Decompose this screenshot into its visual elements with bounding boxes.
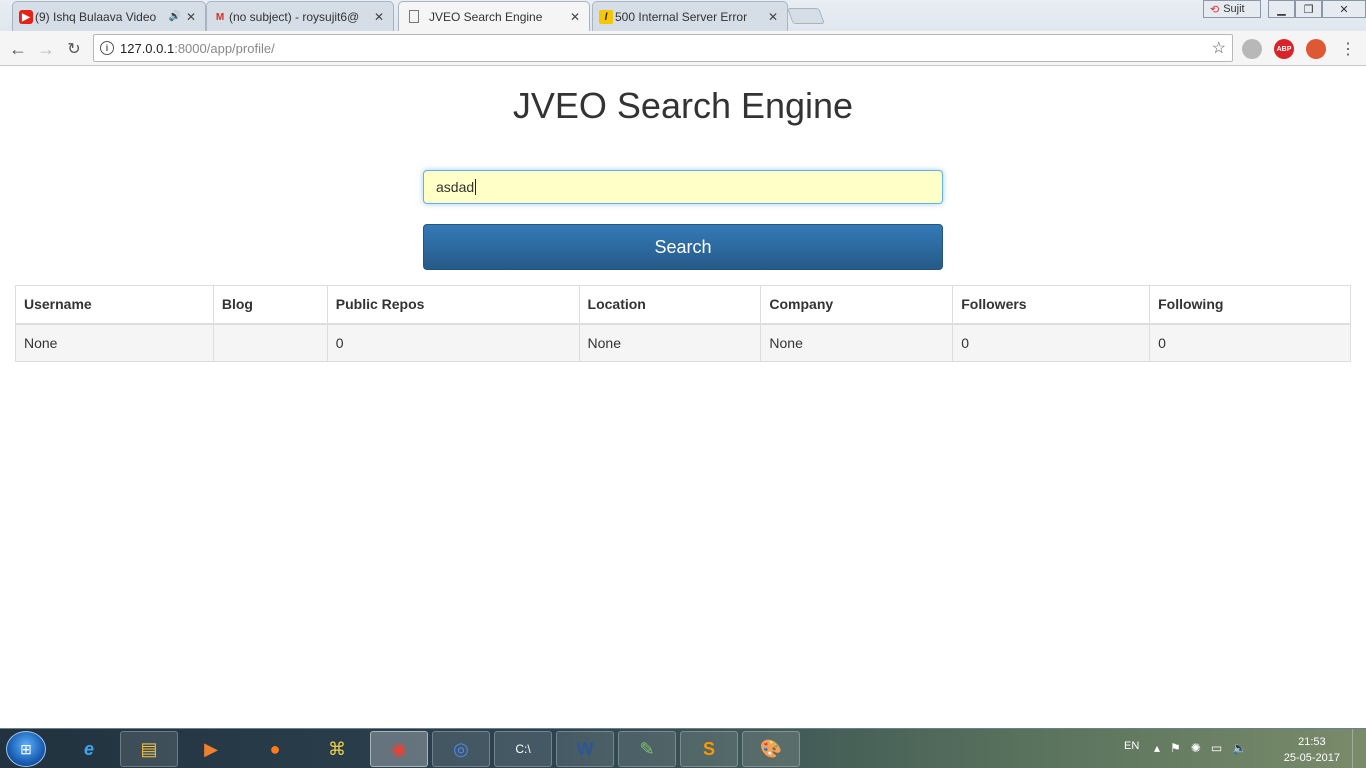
- back-button[interactable]: ←: [6, 37, 30, 61]
- bookmark-star-icon[interactable]: ☆: [1212, 38, 1226, 58]
- browser-toolbar: ← → ↻ i 127.0.0.1:8000/app/profile/ ☆ AB…: [0, 31, 1366, 66]
- show-desktop-button[interactable]: [1352, 729, 1366, 768]
- info-icon[interactable]: i: [100, 41, 114, 55]
- close-window-button[interactable]: ✕: [1322, 0, 1366, 18]
- menu-button[interactable]: ⋮: [1336, 37, 1360, 61]
- gmail-icon: M: [215, 11, 225, 23]
- paint-icon[interactable]: 🎨: [742, 731, 800, 767]
- close-icon[interactable]: ✕: [767, 10, 779, 24]
- header-followers: Followers: [952, 285, 1151, 325]
- header-public-repos: Public Repos: [326, 285, 580, 325]
- table-header-row: Username Blog Public Repos Location Comp…: [15, 285, 1351, 325]
- chrome-icon[interactable]: ◉: [370, 731, 428, 767]
- reload-button[interactable]: ↻: [62, 37, 86, 61]
- media-player-icon[interactable]: ▶: [182, 731, 240, 767]
- tray-icons: ▴ ⚑ ✺ ▭ 🔈: [1154, 741, 1247, 755]
- user-icon: ⟲: [1210, 3, 1220, 16]
- cmd-icon[interactable]: C:\: [494, 731, 552, 767]
- internet-explorer-icon[interactable]: e: [60, 731, 118, 767]
- minimize-button[interactable]: ▁: [1268, 0, 1295, 18]
- new-tab-button[interactable]: [787, 8, 825, 24]
- results-table: Username Blog Public Repos Location Comp…: [15, 285, 1351, 362]
- duckduckgo-icon[interactable]: [1306, 39, 1326, 59]
- page-content: JVEO Search Engine asdad Search Username…: [0, 66, 1366, 728]
- chevron-up-icon[interactable]: ▴: [1154, 741, 1160, 755]
- forward-button[interactable]: →: [34, 37, 58, 61]
- windows-logo-icon: ⊞: [20, 740, 32, 757]
- table-row: None 0 None None 0 0: [15, 323, 1351, 362]
- browser-tab-strip: ▶ (9) Ishq Bulaava Video 🔊 ✕ M (no subje…: [0, 0, 1366, 31]
- window-controls: ▁ ❐ ✕: [1268, 0, 1366, 18]
- header-username: Username: [15, 285, 214, 325]
- url-text: 127.0.0.1:8000/app/profile/: [120, 40, 275, 56]
- network-icon[interactable]: ▭: [1211, 741, 1222, 755]
- volume-icon[interactable]: 🔈: [1232, 741, 1247, 755]
- address-bar[interactable]: i 127.0.0.1:8000/app/profile/ ☆: [93, 34, 1233, 62]
- arrow-right-icon: →: [37, 38, 55, 59]
- header-company: Company: [760, 285, 954, 325]
- clock-time: 21:53: [1298, 736, 1326, 748]
- more-vert-icon: ⋮: [1340, 41, 1356, 58]
- page-title: JVEO Search Engine: [512, 85, 854, 126]
- file-explorer-icon[interactable]: ▤: [120, 731, 178, 767]
- close-icon[interactable]: ✕: [569, 10, 581, 24]
- arrow-left-icon: ←: [9, 38, 27, 59]
- search-button[interactable]: Search: [423, 224, 943, 270]
- language-indicator[interactable]: EN: [1124, 740, 1139, 752]
- close-icon[interactable]: ✕: [373, 10, 385, 24]
- cell-public-repos: 0: [326, 323, 580, 362]
- windows-taskbar: ⊞ e ▤ ▶ ● ⌘ ◉ ◎ C:\ W ✎ S 🎨 EN ▴ ⚑ ✺ ▭ 🔈…: [0, 728, 1366, 768]
- profile-button[interactable]: ⟲ Sujit: [1203, 0, 1261, 18]
- text-caret: [475, 179, 477, 195]
- user-name: Sujit: [1223, 3, 1245, 15]
- tab-title: (no subject) - roysujit6@: [229, 9, 360, 24]
- clock-date: 25-05-2017: [1283, 752, 1340, 764]
- shield-icon[interactable]: [1242, 39, 1262, 59]
- header-location: Location: [578, 285, 762, 325]
- flag-icon[interactable]: ⚑: [1170, 741, 1181, 755]
- search-input[interactable]: asdad: [423, 170, 943, 204]
- cell-location: None: [578, 323, 762, 362]
- cell-username: None: [15, 323, 214, 362]
- youtube-icon: ▶: [19, 10, 33, 24]
- tab-gmail[interactable]: M (no subject) - roysujit6@ ✕: [206, 1, 394, 31]
- sublime-icon[interactable]: S: [680, 731, 738, 767]
- cell-blog: [212, 323, 328, 362]
- tab-title: JVEO Search Engine: [429, 9, 543, 24]
- python-icon[interactable]: ⌘: [308, 731, 366, 767]
- adblock-icon[interactable]: ABP: [1274, 39, 1294, 59]
- tab-title: 500 Internal Server Error: [615, 9, 748, 24]
- antivirus-icon[interactable]: ✺: [1191, 741, 1201, 755]
- tab-jveo[interactable]: JVEO Search Engine ✕: [398, 1, 590, 31]
- error-icon: l: [599, 10, 613, 24]
- speaker-icon[interactable]: 🔊: [169, 11, 181, 22]
- header-blog: Blog: [212, 285, 328, 325]
- notepad-plus-icon[interactable]: ✎: [618, 731, 676, 767]
- firefox-icon[interactable]: ●: [246, 731, 304, 767]
- cell-company: None: [760, 323, 954, 362]
- cell-following: 0: [1149, 323, 1351, 362]
- reload-icon: ↻: [67, 41, 81, 58]
- close-icon[interactable]: ✕: [185, 10, 197, 24]
- tab-youtube[interactable]: ▶ (9) Ishq Bulaava Video 🔊 ✕: [12, 1, 206, 31]
- clock[interactable]: 21:53 25-05-2017: [1284, 734, 1340, 766]
- word-icon[interactable]: W: [556, 731, 614, 767]
- start-button[interactable]: ⊞: [6, 731, 46, 767]
- chromium-icon[interactable]: ◎: [432, 731, 490, 767]
- header-following: Following: [1149, 285, 1351, 325]
- tab-server-error[interactable]: l 500 Internal Server Error ✕: [592, 1, 788, 31]
- tab-title: (9) Ishq Bulaava Video: [35, 9, 157, 24]
- maximize-button[interactable]: ❐: [1295, 0, 1322, 18]
- cell-followers: 0: [952, 323, 1151, 362]
- search-input-value: asdad: [436, 179, 475, 195]
- page-icon: [409, 10, 419, 23]
